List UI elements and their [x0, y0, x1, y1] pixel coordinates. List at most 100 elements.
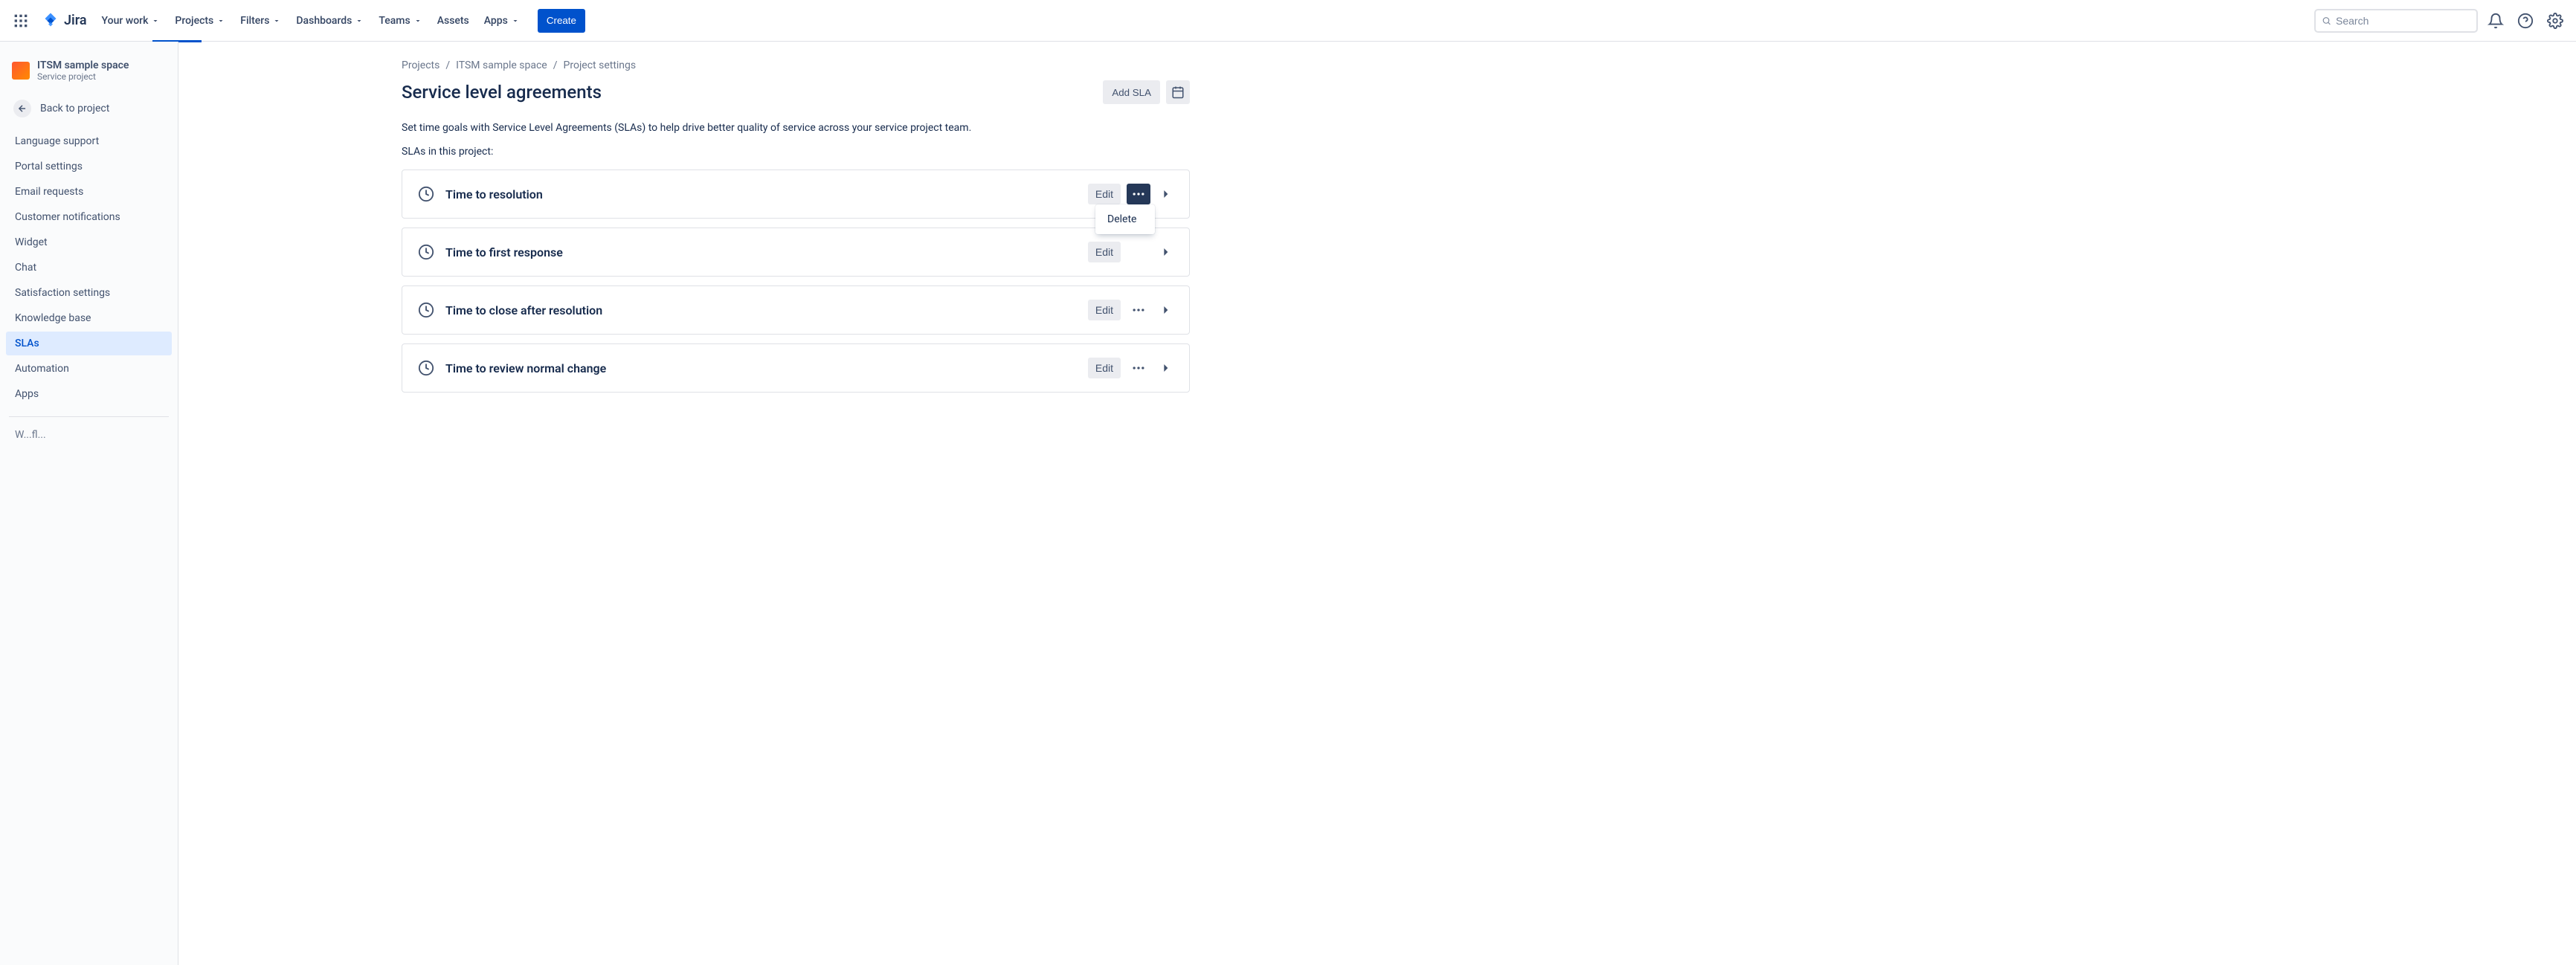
notifications-button[interactable] — [2484, 9, 2508, 33]
search-box[interactable] — [2314, 9, 2478, 33]
edit-button[interactable]: Edit — [1088, 358, 1121, 378]
sidebar-item-satisfaction-settings[interactable]: Satisfaction settings — [6, 281, 172, 305]
expand-button[interactable] — [1156, 359, 1174, 377]
sidebar-item-widget[interactable]: Widget — [6, 230, 172, 254]
back-to-project-link[interactable]: Back to project — [6, 94, 172, 123]
sla-left: Time to review normal change — [417, 359, 606, 377]
nav-label: Your work — [102, 15, 149, 27]
breadcrumb-separator: / — [553, 59, 558, 71]
edit-button[interactable]: Edit — [1088, 300, 1121, 320]
more-dropdown-menu: Delete — [1095, 204, 1155, 234]
project-header-text: ITSM sample space Service project — [37, 59, 129, 82]
sidebar-item-portal-settings[interactable]: Portal settings — [6, 155, 172, 178]
sla-right: Edit — [1088, 242, 1174, 262]
gear-icon — [2547, 13, 2563, 29]
nav-projects[interactable]: Projects — [169, 9, 231, 33]
sla-card-time-to-close-after-resolution: Time to close after resolution Edit — [402, 285, 1190, 335]
more-icon — [1131, 361, 1146, 375]
nav-apps[interactable]: Apps — [478, 9, 526, 33]
clock-icon — [417, 185, 435, 203]
calendar-button[interactable] — [1166, 80, 1190, 104]
breadcrumb-separator: / — [445, 59, 450, 71]
create-button[interactable]: Create — [538, 9, 585, 33]
nav-label: Projects — [175, 15, 213, 27]
sidebar-item-label: Chat — [15, 262, 36, 274]
more-icon — [1131, 303, 1146, 317]
nav-teams[interactable]: Teams — [373, 9, 428, 33]
sidebar-divider — [9, 416, 169, 417]
sidebar-item-label: Portal settings — [15, 161, 83, 172]
add-sla-button[interactable]: Add SLA — [1103, 80, 1160, 104]
sla-left: Time to resolution — [417, 185, 543, 203]
jira-logo[interactable]: Jira — [36, 9, 93, 33]
expand-button[interactable] — [1156, 243, 1174, 261]
breadcrumb-project-settings[interactable]: Project settings — [564, 59, 637, 71]
more-actions-button[interactable] — [1127, 300, 1150, 320]
sidebar-item-automation[interactable]: Automation — [6, 357, 172, 381]
edit-button[interactable]: Edit — [1088, 184, 1121, 204]
nav-dashboards[interactable]: Dashboards — [290, 9, 370, 33]
sidebar: ITSM sample space Service project Back t… — [0, 42, 178, 965]
clock-icon — [417, 243, 435, 261]
sidebar-item-knowledge-base[interactable]: Knowledge base — [6, 306, 172, 330]
sidebar-item-label: Satisfaction settings — [15, 287, 110, 299]
edit-button[interactable]: Edit — [1088, 242, 1121, 262]
topnav-left: Jira Your work Projects Filters Dashboar… — [9, 9, 585, 33]
sla-right: Edit — [1088, 300, 1174, 320]
more-actions-button[interactable] — [1127, 358, 1150, 378]
chevron-right-icon — [1158, 361, 1173, 375]
sidebar-item-email-requests[interactable]: Email requests — [6, 180, 172, 204]
sidebar-item-label: Apps — [15, 388, 39, 400]
page-title: Service level agreements — [402, 82, 602, 103]
sidebar-item-label: Customer notifications — [15, 211, 120, 223]
help-button[interactable] — [2514, 9, 2537, 33]
top-navigation: Jira Your work Projects Filters Dashboar… — [0, 0, 2576, 42]
sla-title: Time to first response — [445, 245, 563, 259]
sidebar-item-label: Knowledge base — [15, 312, 91, 324]
chevron-down-icon — [216, 16, 225, 25]
sla-card-time-to-resolution: Time to resolution Edit Delete — [402, 170, 1190, 219]
topnav-right — [2314, 9, 2567, 33]
expand-button[interactable] — [1156, 301, 1174, 319]
sla-right: Edit — [1088, 358, 1174, 378]
bell-icon — [2488, 13, 2504, 29]
expand-button[interactable] — [1156, 185, 1174, 203]
sidebar-item-chat[interactable]: Chat — [6, 256, 172, 280]
nav-assets[interactable]: Assets — [431, 9, 475, 33]
search-icon — [2322, 15, 2331, 27]
sla-title: Time to close after resolution — [445, 303, 602, 317]
nav-label: Apps — [484, 15, 508, 27]
delete-menu-item[interactable]: Delete — [1095, 207, 1155, 231]
sla-title: Time to resolution — [445, 187, 543, 201]
sidebar-item-slas[interactable]: SLAs — [6, 332, 172, 355]
sidebar-item-apps[interactable]: Apps — [6, 382, 172, 406]
sidebar-item-truncated[interactable]: W...fl... — [6, 423, 172, 447]
nav-your-work[interactable]: Your work — [96, 9, 167, 33]
jira-logo-icon — [42, 12, 59, 30]
breadcrumb-space[interactable]: ITSM sample space — [456, 59, 547, 71]
main-inner: Projects / ITSM sample space / Project s… — [402, 59, 1190, 393]
breadcrumb-projects[interactable]: Projects — [402, 59, 439, 71]
sidebar-item-label: SLAs — [15, 338, 39, 349]
sidebar-item-label: Language support — [15, 135, 99, 147]
more-actions-button[interactable] — [1127, 184, 1150, 204]
search-input[interactable] — [2336, 15, 2470, 27]
app-switcher-button[interactable] — [9, 9, 33, 33]
project-header[interactable]: ITSM sample space Service project — [6, 57, 172, 94]
chevron-right-icon — [1158, 245, 1173, 259]
breadcrumb: Projects / ITSM sample space / Project s… — [402, 59, 1190, 71]
sidebar-item-label: Widget — [15, 236, 48, 248]
nav-filters[interactable]: Filters — [234, 9, 287, 33]
clock-icon — [417, 359, 435, 377]
sidebar-item-language-support[interactable]: Language support — [6, 129, 172, 153]
project-icon — [12, 62, 30, 80]
page-description: Set time goals with Service Level Agreem… — [402, 122, 1190, 134]
sidebar-item-customer-notifications[interactable]: Customer notifications — [6, 205, 172, 229]
nav-label: Assets — [437, 15, 469, 27]
settings-button[interactable] — [2543, 9, 2567, 33]
chevron-right-icon — [1158, 187, 1173, 201]
main-content: Projects / ITSM sample space / Project s… — [178, 42, 2576, 965]
sla-card-time-to-first-response: Time to first response Edit — [402, 227, 1190, 277]
chevron-down-icon — [151, 16, 160, 25]
sla-title: Time to review normal change — [445, 361, 606, 375]
